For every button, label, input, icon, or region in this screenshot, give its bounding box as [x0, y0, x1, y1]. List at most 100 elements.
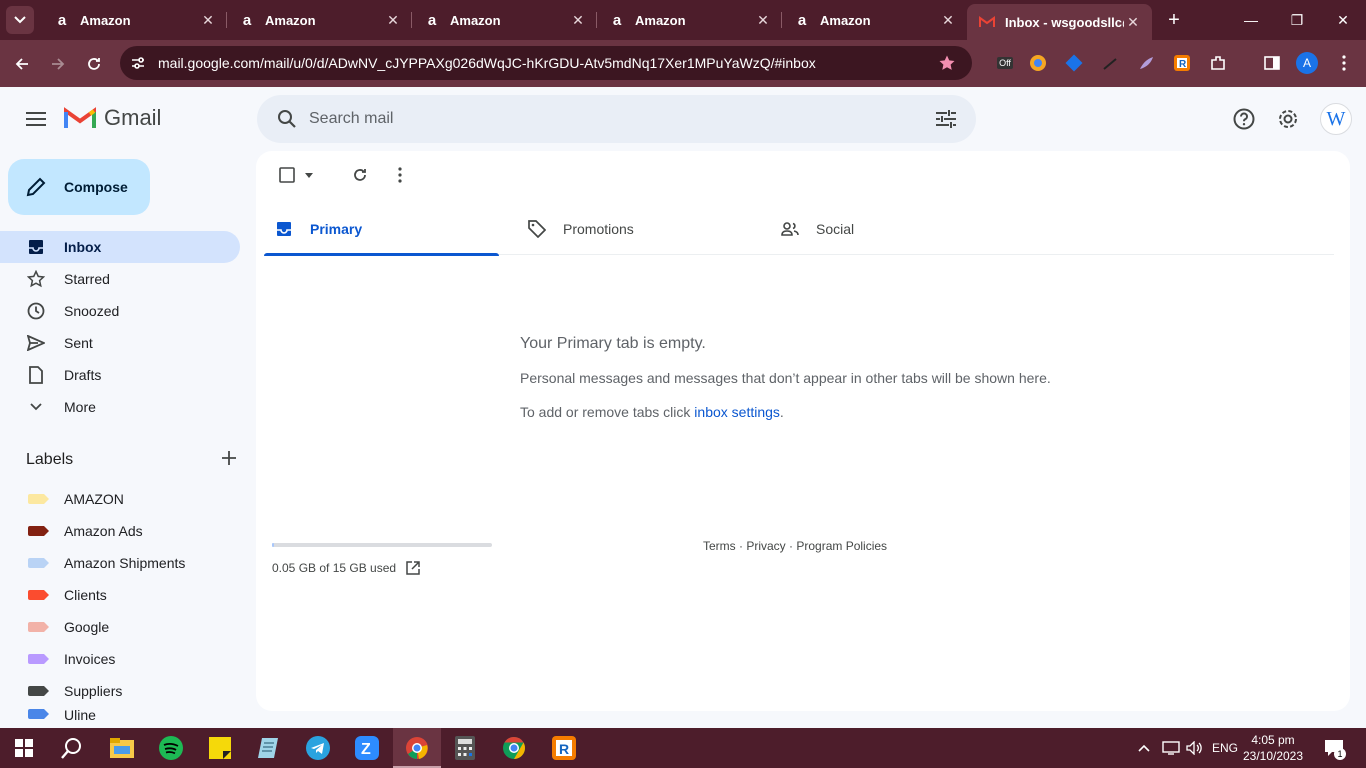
sidebar-item-more[interactable]: More — [0, 391, 240, 423]
browser-tab[interactable]: a Amazon ✕ — [782, 0, 967, 40]
taskbar-search-icon[interactable] — [58, 734, 86, 762]
volume-icon[interactable] — [1186, 728, 1204, 768]
label-item[interactable]: Suppliers — [0, 675, 256, 707]
sidebar-item-sent[interactable]: Sent — [0, 327, 240, 359]
extension-blue-icon[interactable] — [1063, 52, 1085, 74]
terms-link[interactable]: Terms — [703, 539, 736, 553]
sidebar-item-drafts[interactable]: Drafts — [0, 359, 240, 391]
label-item[interactable]: Amazon Ads — [0, 515, 256, 547]
close-icon[interactable]: ✕ — [1124, 14, 1142, 31]
restore-button[interactable]: ❐ — [1274, 0, 1320, 40]
chrome-profile-icon[interactable] — [403, 734, 431, 762]
kebab-menu-icon[interactable] — [1333, 52, 1355, 74]
notifications-icon[interactable]: 1 — [1324, 728, 1346, 768]
label-item[interactable]: Amazon Shipments — [0, 547, 256, 579]
labels-header: Labels — [26, 448, 236, 472]
extension-orange-icon[interactable] — [1027, 52, 1049, 74]
close-icon[interactable]: ✕ — [569, 12, 587, 29]
chevron-down-icon — [26, 397, 46, 417]
gmail-logo[interactable]: Gmail — [64, 105, 161, 131]
forward-button[interactable] — [40, 46, 76, 82]
label-item[interactable]: Clients — [0, 579, 256, 611]
show-hidden-icons-button[interactable] — [1138, 728, 1150, 768]
language-indicator[interactable]: ENG — [1212, 728, 1238, 768]
program-policies-link[interactable]: Program Policies — [796, 539, 887, 553]
label-item[interactable]: Google — [0, 611, 256, 643]
browser-tab[interactable]: a Amazon ✕ — [42, 0, 227, 40]
tab-label: Promotions — [563, 221, 634, 237]
tab-title: Amazon — [450, 12, 501, 28]
notepad-icon[interactable] — [255, 734, 283, 762]
close-icon[interactable]: ✕ — [754, 12, 772, 29]
browser-tab[interactable]: a Amazon ✕ — [227, 0, 412, 40]
compose-button[interactable]: Compose — [8, 159, 150, 215]
more-options-button[interactable] — [388, 167, 412, 183]
privacy-link[interactable]: Privacy — [746, 539, 785, 553]
main-menu-button[interactable] — [20, 107, 52, 131]
sidebar-item-inbox[interactable]: Inbox — [0, 231, 240, 263]
refresh-button[interactable] — [348, 167, 372, 183]
amazon-icon: a — [612, 11, 622, 29]
network-icon[interactable] — [1162, 728, 1180, 768]
address-bar[interactable]: mail.google.com/mail/u/0/d/ADwNV_cJYPPAX… — [120, 46, 972, 80]
empty-description: Personal messages and messages that don’… — [520, 370, 1051, 386]
tab-search-button[interactable] — [6, 6, 34, 34]
select-dropdown-button[interactable] — [302, 172, 316, 178]
site-info-icon[interactable] — [130, 55, 154, 71]
help-icon[interactable] — [1228, 103, 1260, 135]
sidebar-item-starred[interactable]: Starred — [0, 263, 240, 295]
profile-avatar[interactable]: A — [1296, 52, 1318, 74]
reload-button[interactable] — [76, 46, 112, 82]
extension-off-icon[interactable]: Off — [994, 52, 1016, 74]
account-avatar[interactable]: W — [1320, 103, 1352, 135]
gmail-icon — [979, 14, 995, 30]
search-options-icon[interactable] — [924, 110, 968, 128]
bookmark-star-icon[interactable] — [938, 54, 962, 72]
spotify-icon[interactable] — [157, 734, 185, 762]
label-tag-icon — [28, 494, 49, 504]
telegram-icon[interactable] — [304, 734, 332, 762]
start-windows-icon[interactable] — [10, 734, 38, 762]
tab-social[interactable]: Social — [770, 203, 1005, 255]
inbox-settings-link[interactable]: inbox settings — [694, 404, 780, 420]
label-tag-icon — [28, 558, 49, 568]
browser-tab[interactable]: a Amazon ✕ — [412, 0, 597, 40]
sidebar-item-snoozed[interactable]: Snoozed — [0, 295, 240, 327]
extension-feather-icon[interactable] — [1135, 52, 1157, 74]
search-icon[interactable] — [265, 109, 309, 129]
chrome-icon[interactable] — [500, 734, 528, 762]
label-item[interactable]: Invoices — [0, 643, 256, 675]
close-icon[interactable]: ✕ — [199, 12, 217, 29]
side-panel-icon[interactable] — [1261, 52, 1283, 74]
browser-tab-active[interactable]: Inbox - wsgoodsllc@ ✕ — [967, 4, 1152, 40]
svg-text:R: R — [559, 741, 569, 757]
sticky-notes-icon[interactable] — [206, 734, 234, 762]
settings-gear-icon[interactable] — [1272, 103, 1304, 135]
close-icon[interactable]: ✕ — [384, 12, 402, 29]
label-item[interactable]: AMAZON — [0, 483, 256, 515]
create-label-button[interactable] — [222, 450, 236, 470]
system-clock[interactable]: 4:05 pm 23/10/2023 — [1240, 732, 1306, 764]
close-window-button[interactable]: ✕ — [1320, 0, 1366, 40]
r-app-icon[interactable]: R — [550, 734, 578, 762]
file-explorer-icon[interactable] — [108, 734, 136, 762]
minimize-button[interactable]: — — [1228, 0, 1274, 40]
back-button[interactable] — [4, 46, 40, 82]
new-tab-button[interactable]: + — [1160, 6, 1188, 34]
calculator-icon[interactable] — [451, 734, 479, 762]
search-bar[interactable] — [257, 95, 976, 143]
amazon-icon: a — [242, 11, 252, 29]
browser-tab[interactable]: a Amazon ✕ — [597, 0, 782, 40]
label-item[interactable]: Uline — [0, 707, 256, 721]
tab-primary[interactable]: Primary — [264, 203, 499, 256]
extension-pen-icon[interactable] — [1099, 52, 1121, 74]
search-input[interactable] — [309, 110, 924, 128]
close-icon[interactable]: ✕ — [939, 12, 957, 29]
external-link-icon[interactable] — [406, 561, 420, 575]
select-checkbox[interactable] — [272, 167, 302, 183]
zoom-icon[interactable]: Z — [353, 734, 381, 762]
puzzle-icon[interactable] — [1207, 52, 1229, 74]
tab-promotions[interactable]: Promotions — [517, 203, 752, 255]
kebab-menu-icon — [398, 167, 402, 183]
extension-r-icon[interactable]: R — [1171, 52, 1193, 74]
